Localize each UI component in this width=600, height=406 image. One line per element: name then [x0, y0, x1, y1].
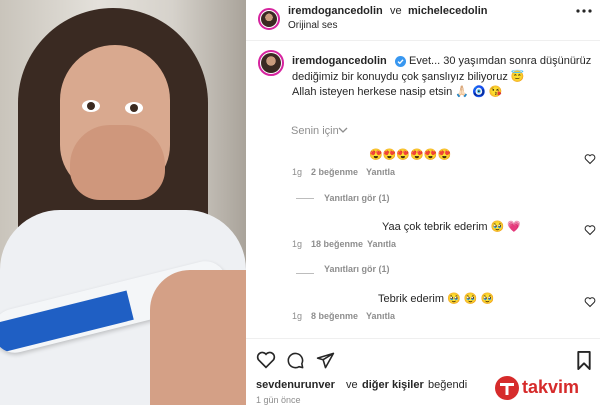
comment-1-like-heart-icon[interactable] [584, 153, 596, 165]
action-bar: sevdenurunver ve diğer kişiler beğendi 1… [246, 338, 600, 406]
comment-2-likes[interactable]: 18 beğenme [311, 239, 363, 249]
caption-line-3: Allah isteyen herkese nasip etsin 🙏🏻 🧿 😘 [292, 86, 503, 98]
comment-1-replies-line [296, 198, 314, 199]
comment-1-text: 😍😍😍😍😍😍 [369, 149, 452, 161]
watermark-text: takvim [522, 377, 580, 397]
post-photo[interactable] [0, 0, 246, 405]
likers-conj: ve [346, 379, 358, 391]
comment-3-like-heart-icon[interactable] [584, 296, 596, 308]
comment-2-replies-line [296, 273, 314, 274]
comment-2-like-heart-icon[interactable] [584, 224, 596, 236]
header-conj: ve [390, 5, 402, 17]
photo-eye-left [82, 100, 100, 112]
share-plane-icon[interactable] [316, 351, 335, 370]
comment-filter-label[interactable]: Senin için [291, 125, 339, 137]
photo-hand [70, 125, 165, 200]
header-username-2[interactable]: michelecedolin [408, 5, 487, 17]
caption-line-1: Evet... 30 yaşımdan sonra düşünürüz [409, 55, 592, 67]
header-audio-label[interactable]: Orijinal ses [288, 20, 337, 31]
likers-username[interactable]: sevdenurunver [256, 379, 335, 391]
comment-3-likes[interactable]: 8 beğenme [311, 311, 358, 321]
watermark-logo: takvim [494, 375, 594, 401]
caption-avatar[interactable] [261, 53, 281, 73]
like-heart-icon[interactable] [256, 351, 276, 369]
header-username-1[interactable]: iremdogancedolin [288, 5, 383, 17]
comment-1-view-replies[interactable]: Yanıtları gör (1) [324, 193, 390, 203]
header-avatar[interactable] [261, 11, 277, 27]
save-bookmark-icon[interactable] [576, 351, 592, 370]
comment-1-likes[interactable]: 2 beğenme [311, 167, 358, 177]
comment-2-view-replies[interactable]: Yanıtları gör (1) [324, 264, 390, 274]
comment-3-text: Tebrik ederim 🥹 🥹 🥹 [378, 293, 495, 305]
verified-badge-icon [395, 56, 406, 67]
post-header: iremdogancedolin ve michelecedolin Oriji… [246, 0, 600, 41]
ellipsis-icon[interactable] [576, 8, 592, 14]
likers-others[interactable]: diğer kişiler [362, 379, 424, 391]
comment-2-time: 1g [292, 239, 303, 249]
post-date: 1 gün önce [256, 395, 301, 405]
caption-username[interactable]: iremdogancedolin [292, 55, 387, 67]
comment-3-time: 1g [292, 311, 303, 321]
comment-3-reply[interactable]: Yanıtla [366, 311, 395, 321]
comment-1-reply[interactable]: Yanıtla [366, 167, 395, 177]
likers-verb: beğendi [428, 379, 468, 391]
comment-1-time: 1g [292, 167, 303, 177]
comment-2-text: Yaa çok tebrik ederim 🥹 💗 [382, 221, 522, 233]
comment-2-reply[interactable]: Yanıtla [367, 239, 396, 249]
comment-bubble-icon[interactable] [286, 351, 305, 370]
photo-arm [150, 270, 246, 405]
chevron-down-icon[interactable] [338, 127, 348, 134]
caption-line-2: dediğimiz bir konuydu çok şanslıyız bili… [292, 71, 525, 83]
post-detail-panel: iremdogancedolin ve michelecedolin Oriji… [246, 0, 600, 406]
photo-eye-right [125, 102, 143, 114]
